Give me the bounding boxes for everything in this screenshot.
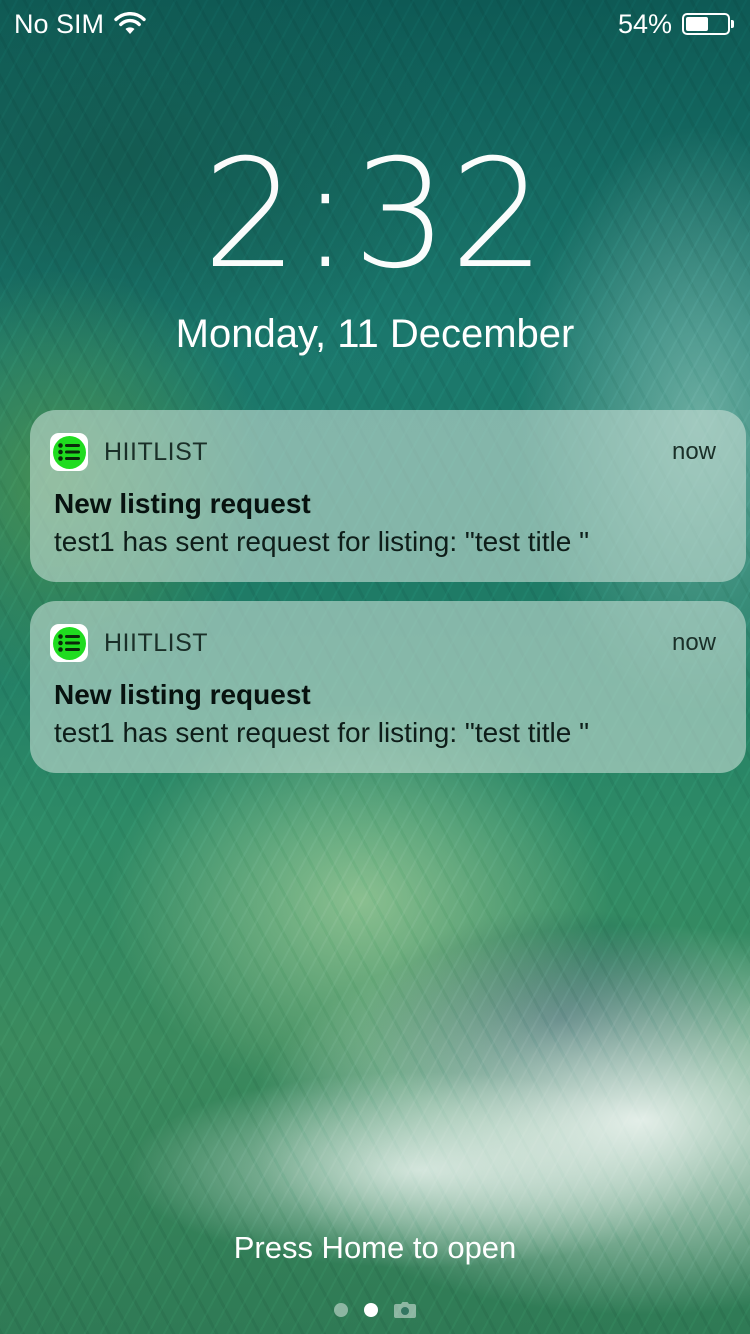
notification-title: New listing request	[54, 488, 311, 519]
status-bar: No SIM 54%	[0, 0, 750, 48]
battery-percent: 54%	[617, 8, 672, 39]
page-dot-current	[364, 1303, 378, 1317]
status-right: 54%	[618, 9, 736, 40]
lock-date: Monday, 11 December	[175, 312, 575, 356]
notification-app-name: HIITLIST	[104, 628, 209, 657]
notification-app-name: HIITLIST	[104, 437, 209, 466]
app-icon	[50, 624, 88, 662]
notification-card[interactable]: HIITLIST now New listing request test1 h…	[30, 601, 746, 773]
status-left: No SIM	[14, 9, 146, 40]
press-home-hint: Press Home to open	[233, 1230, 517, 1265]
battery-fill	[686, 17, 708, 31]
notification-time: now	[671, 629, 716, 656]
page-dot-widgets[interactable]	[334, 1303, 348, 1317]
notification-body: test1 has sent request for listing: "tes…	[54, 526, 590, 557]
notification-body: test1 has sent request for listing: "tes…	[54, 717, 590, 748]
carrier-label: No SIM	[14, 8, 105, 39]
list-icon	[52, 626, 86, 660]
notification-time: now	[671, 438, 716, 465]
lock-clock: 2:32	[202, 128, 548, 302]
camera-icon[interactable]	[394, 1302, 416, 1318]
notification-card[interactable]: HIITLIST now New listing request test1 h…	[30, 410, 746, 582]
notification-header: HIITLIST now	[50, 432, 716, 472]
page-indicator[interactable]	[0, 1302, 750, 1318]
battery-icon	[682, 13, 734, 35]
app-icon	[50, 433, 88, 471]
notification-header: HIITLIST now	[50, 623, 716, 663]
list-icon	[52, 435, 86, 469]
notification-title: New listing request	[54, 679, 311, 710]
wifi-icon	[114, 12, 146, 36]
